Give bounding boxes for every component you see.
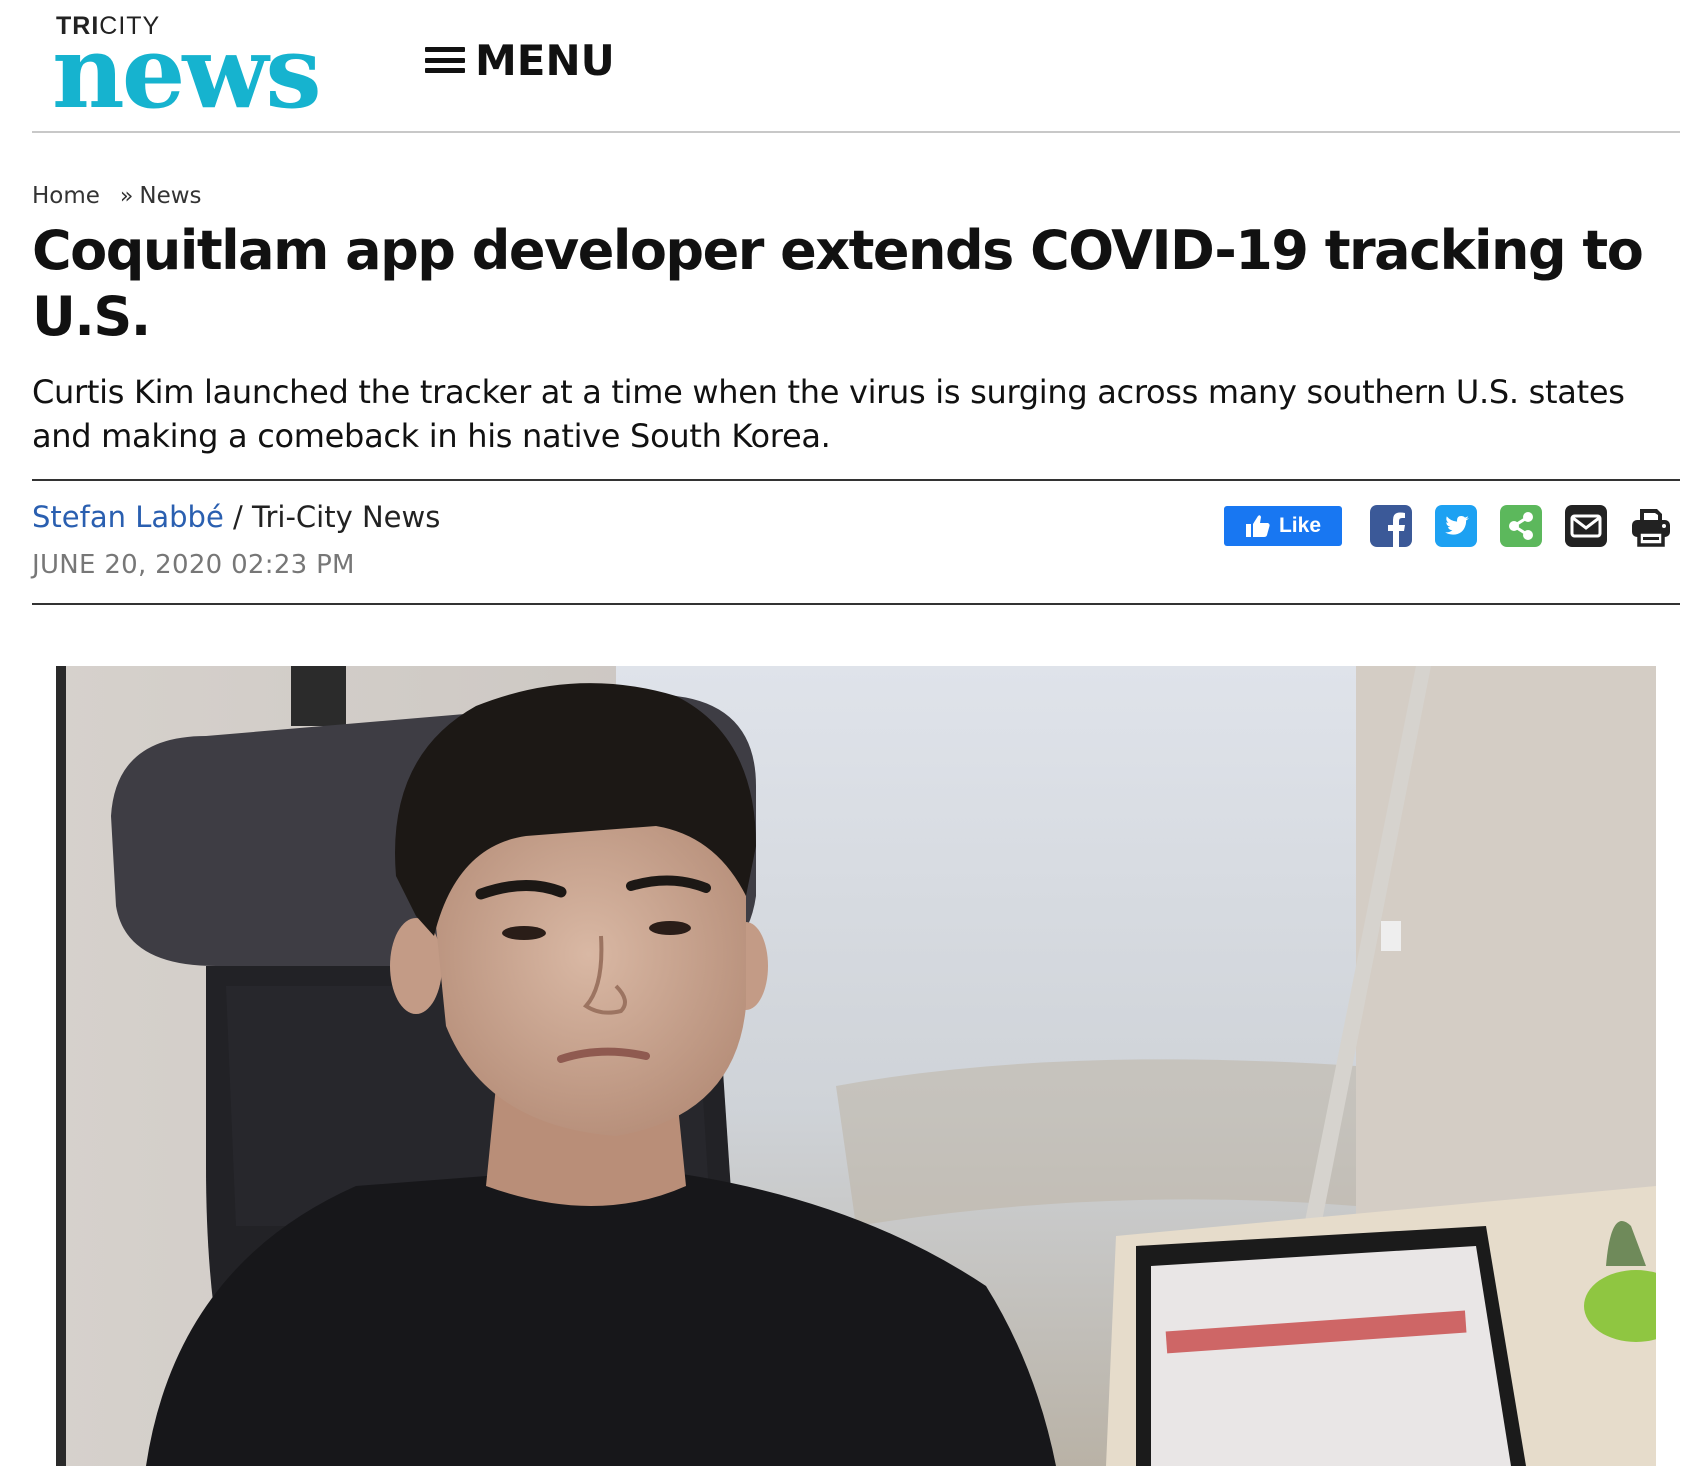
byline-bottom-divider: [32, 603, 1680, 605]
site-logo[interactable]: TRICITY news: [52, 10, 372, 131]
breadcrumb-separator: »: [119, 183, 134, 209]
publication-name: Tri-City News: [252, 500, 441, 534]
share-toolbar: Like: [1224, 504, 1672, 548]
menu-label: MENU: [475, 35, 615, 85]
article-subhead: Curtis Kim launched the tracker at a tim…: [32, 373, 1625, 455]
like-label: Like: [1278, 514, 1322, 537]
facebook-share-button[interactable]: [1370, 505, 1412, 547]
breadcrumb: Home » News: [32, 183, 202, 209]
print-button[interactable]: [1630, 505, 1672, 547]
byline: Stefan Labbé / Tri-City News: [32, 500, 440, 534]
generic-share-button[interactable]: [1500, 505, 1542, 547]
logo-news-text: news: [52, 13, 322, 131]
share-icon: [1500, 505, 1542, 547]
publish-date: JUNE 20, 2020 02:23 PM: [32, 550, 355, 580]
site-header: TRICITY news MENU: [32, 0, 1680, 133]
breadcrumb-home-link[interactable]: Home: [32, 183, 100, 209]
email-share-button[interactable]: [1565, 505, 1607, 547]
email-icon: [1565, 505, 1607, 547]
twitter-share-button[interactable]: [1435, 505, 1477, 547]
byline-top-divider: [32, 479, 1680, 481]
print-icon: [1632, 509, 1670, 547]
portrait-photo: [56, 666, 1656, 1466]
article-photo[interactable]: [56, 666, 1656, 1466]
breadcrumb-news-link[interactable]: News: [139, 183, 201, 209]
menu-button[interactable]: MENU: [425, 35, 615, 85]
facebook-icon: [1370, 505, 1412, 547]
hamburger-icon: [425, 45, 465, 75]
facebook-like-button[interactable]: Like: [1224, 506, 1342, 546]
byline-separator: /: [223, 500, 253, 534]
twitter-icon: [1435, 505, 1477, 547]
author-link[interactable]: Stefan Labbé: [32, 500, 224, 534]
thumbs-up-icon: [1245, 515, 1270, 537]
article-headline: Coquitlam app developer extends COVID-19…: [32, 219, 1644, 348]
